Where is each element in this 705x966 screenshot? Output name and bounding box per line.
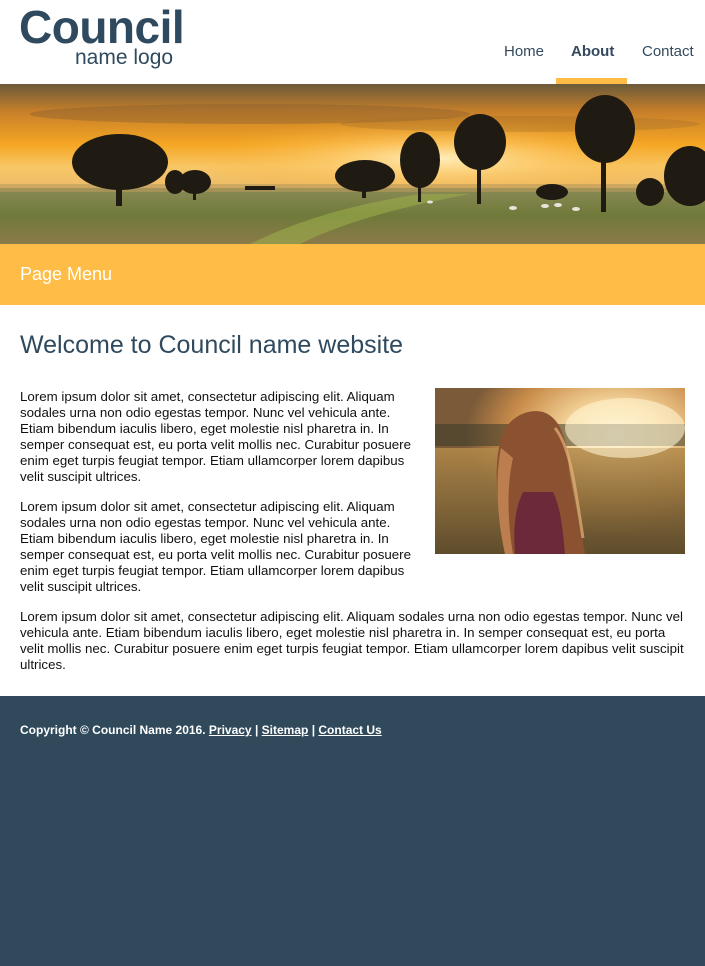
footer-sitemap-link[interactable]: Sitemap bbox=[262, 723, 309, 737]
girl-in-field-photo bbox=[435, 388, 685, 554]
logo-sub-text: name logo bbox=[75, 46, 174, 69]
footer-text: Copyright © Council Name 2016. Privacy |… bbox=[20, 723, 382, 737]
footer-separator: | bbox=[254, 723, 259, 737]
nav-home-link[interactable]: Home bbox=[504, 43, 544, 60]
footer-separator: | bbox=[311, 723, 316, 737]
nav-contact-link[interactable]: Contact bbox=[642, 43, 694, 60]
footer-privacy-link[interactable]: Privacy bbox=[209, 723, 252, 737]
body-paragraph-3: Lorem ipsum dolor sit amet, consectetur … bbox=[20, 609, 684, 672]
nav-about-link[interactable]: About bbox=[571, 43, 614, 60]
hero-banner-image bbox=[0, 84, 705, 244]
page-menu-bar[interactable]: Page Menu bbox=[0, 244, 705, 305]
body-paragraph-2: Lorem ipsum dolor sit amet, consectetur … bbox=[20, 499, 411, 594]
page-menu-label: Page Menu bbox=[20, 264, 113, 284]
council-logo[interactable]: Council name logo bbox=[19, 1, 185, 68]
site-footer: Copyright © Council Name 2016. Privacy |… bbox=[0, 696, 705, 966]
logo-main-text: Council bbox=[19, 1, 185, 53]
body-paragraph-1: Lorem ipsum dolor sit amet, consectetur … bbox=[20, 389, 411, 484]
copyright-text: Copyright © Council Name 2016. bbox=[20, 723, 206, 737]
footer-contact-link[interactable]: Contact Us bbox=[318, 723, 381, 737]
page-title: Welcome to Council name website bbox=[20, 331, 404, 359]
site-header: Council name logo Home About Contact bbox=[0, 0, 705, 84]
